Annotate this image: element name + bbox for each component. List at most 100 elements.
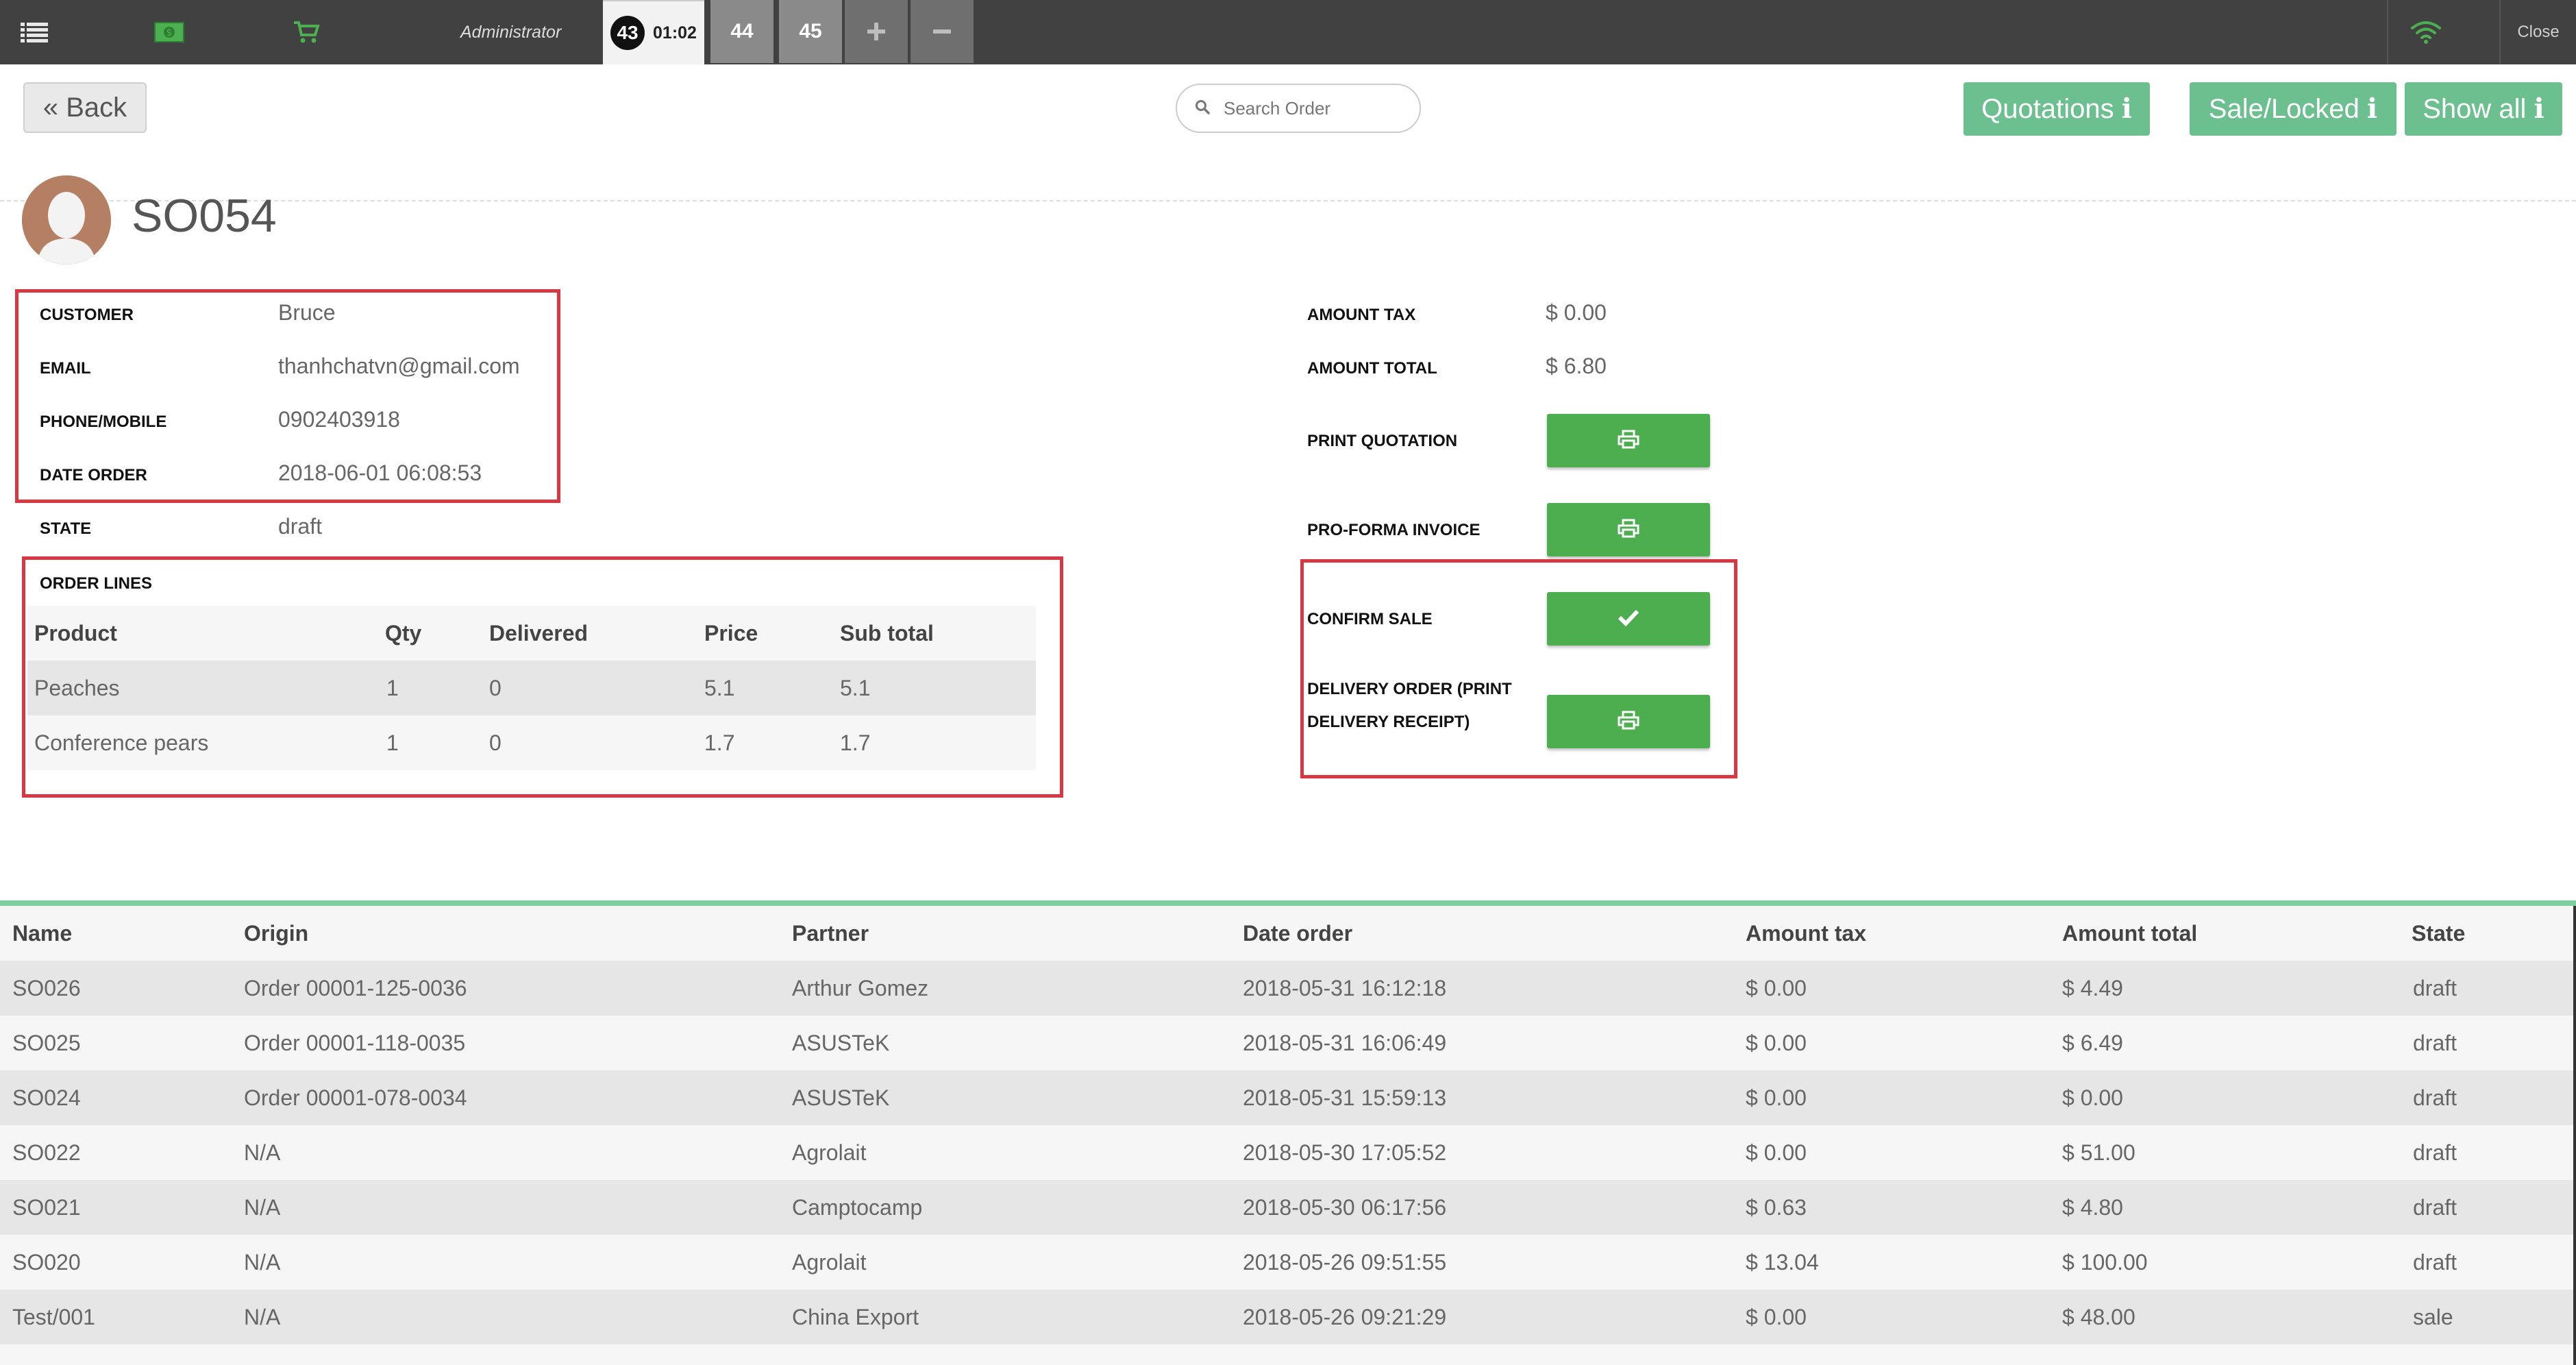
search-icon	[1195, 99, 1210, 118]
print-icon	[1618, 519, 1639, 541]
divider	[0, 200, 2576, 201]
print-quotation-label: PRINT QUOTATION	[1307, 432, 1458, 450]
date-cell: 2018-05-31 15:59:13	[1243, 1085, 1447, 1110]
table-row[interactable]: Test/001 N/A China Export 2018-05-26 09:…	[0, 1290, 2576, 1344]
state-value: draft	[278, 514, 323, 539]
name-cell: SO021	[12, 1195, 81, 1220]
total-cell: $ 6.49	[2062, 1031, 2123, 1055]
partner-cell: China Export	[792, 1305, 919, 1329]
origin-cell: Order 00001-118-0035	[244, 1031, 466, 1055]
show-all-button[interactable]: Show all ℹ	[2405, 82, 2562, 136]
column-header: Amount tax	[1746, 921, 1866, 946]
date-cell: 2018-05-31 16:06:49	[1243, 1031, 1447, 1055]
state-cell: draft	[2413, 1140, 2457, 1165]
order-tab-44[interactable]: 44	[710, 0, 773, 63]
amount-tax-value: $ 0.00	[1546, 300, 1607, 325]
date-cell: 2018-05-30 17:05:52	[1243, 1140, 1447, 1165]
origin-cell: Order 00001-078-0034	[244, 1085, 467, 1110]
name-cell: SO024	[12, 1085, 81, 1110]
total-cell: $ 4.80	[2062, 1195, 2123, 1220]
total-cell: $ 100.00	[2062, 1250, 2148, 1275]
proforma-invoice-button[interactable]	[1547, 503, 1710, 556]
amount-tax-label: AMOUNT TAX	[1307, 306, 1416, 324]
list-icon[interactable]	[14, 0, 55, 64]
tax-cell: $ 13.04	[1746, 1250, 1819, 1275]
origin-cell: N/A	[244, 1250, 281, 1275]
origin-cell: Order 00001-125-0036	[244, 976, 467, 1000]
total-cell: $ 0.00	[2062, 1085, 2123, 1110]
proforma-label: PRO-FORMA INVOICE	[1307, 521, 1481, 539]
divider	[2387, 0, 2388, 64]
table-row[interactable]: SO021 N/A Camptocamp 2018-05-30 06:17:56…	[0, 1180, 2576, 1235]
partner-cell: Arthur Gomez	[792, 976, 929, 1000]
date-cell: 2018-05-26 09:21:29	[1243, 1305, 1447, 1329]
state-cell: draft	[2413, 1195, 2457, 1220]
tax-cell: $ 0.00	[1746, 976, 1807, 1000]
table-row[interactable]: SO026 Order 00001-125-0036 Arthur Gomez …	[0, 961, 2576, 1016]
table-row[interactable]: SO025 Order 00001-118-0035 ASUSTeK 2018-…	[0, 1016, 2576, 1070]
partner-cell: ASUSTeK	[792, 1031, 890, 1055]
column-header: Name	[12, 921, 73, 946]
column-header: State	[2412, 921, 2466, 946]
order-number: 43	[610, 16, 645, 50]
name-cell: SO020	[12, 1250, 81, 1275]
divider	[0, 900, 2576, 906]
cart-icon[interactable]	[289, 0, 323, 64]
column-header: Amount total	[2062, 921, 2198, 946]
add-order-button[interactable]	[845, 0, 908, 63]
current-user: Administrator	[460, 23, 562, 42]
tax-cell: $ 0.00	[1746, 1140, 1807, 1165]
origin-cell: N/A	[244, 1140, 281, 1165]
table-row[interactable]: SO022 N/A Agrolait 2018-05-30 17:05:52 $…	[0, 1125, 2576, 1180]
date-cell: 2018-05-26 09:51:55	[1243, 1250, 1447, 1275]
print-icon	[1618, 430, 1639, 452]
quotations-button[interactable]: Quotations ℹ	[1964, 82, 2150, 136]
total-cell: $ 51.00	[2062, 1140, 2135, 1165]
tax-cell: $ 0.00	[1746, 1305, 1807, 1329]
state-cell: draft	[2413, 1085, 2457, 1110]
state-cell: draft	[2413, 976, 2457, 1000]
money-icon[interactable]: $	[152, 0, 186, 64]
origin-cell: N/A	[244, 1195, 281, 1220]
table-row[interactable]: SO024 Order 00001-078-0034 ASUSTeK 2018-…	[0, 1070, 2576, 1125]
name-cell: SO022	[12, 1140, 81, 1165]
column-header: Date order	[1243, 921, 1353, 946]
total-cell: $ 4.49	[2062, 976, 2123, 1000]
table-header: Name Origin Partner Date order Amount ta…	[0, 906, 2576, 961]
partner-cell: Agrolait	[792, 1140, 867, 1165]
tax-cell: $ 0.63	[1746, 1195, 1807, 1220]
state-cell: draft	[2413, 1250, 2457, 1275]
order-lines-highlight-box	[22, 556, 1063, 798]
back-button[interactable]: « Back	[23, 82, 147, 133]
amount-total-value: $ 6.80	[1546, 354, 1607, 378]
column-header: Origin	[244, 921, 309, 946]
order-tab-45[interactable]: 45	[779, 0, 842, 63]
order-tab-43[interactable]: 43 01:02	[603, 0, 704, 64]
partner-cell: Agrolait	[792, 1250, 867, 1275]
search-box	[1176, 84, 1421, 133]
name-cell: SO025	[12, 1031, 81, 1055]
page-title: SO054	[132, 190, 277, 242]
scrollbar[interactable]	[2573, 906, 2576, 1365]
column-header: Partner	[792, 921, 869, 946]
date-cell: 2018-05-31 16:12:18	[1243, 976, 1447, 1000]
table-row[interactable]: SO020 N/A Agrolait 2018-05-26 09:51:55 $…	[0, 1235, 2576, 1290]
name-cell: SO026	[12, 976, 81, 1000]
remove-order-button[interactable]	[911, 0, 974, 63]
print-quotation-button[interactable]	[1547, 414, 1710, 467]
actions-highlight-box	[1300, 559, 1737, 778]
wifi-icon	[2407, 0, 2444, 64]
order-timer: 01:02	[653, 23, 697, 42]
sale-locked-button[interactable]: Sale/Locked ℹ	[2190, 82, 2397, 136]
total-cell: $ 48.00	[2062, 1305, 2135, 1329]
tax-cell: $ 0.00	[1746, 1085, 1807, 1110]
origin-cell: N/A	[244, 1305, 281, 1329]
name-cell: Test/001	[12, 1305, 95, 1329]
amount-total-label: AMOUNT TOTAL	[1307, 359, 1437, 378]
close-button[interactable]: Close	[2501, 0, 2576, 64]
avatar	[22, 175, 111, 265]
partner-cell: Camptocamp	[792, 1195, 923, 1220]
search-input[interactable]	[1222, 97, 1403, 120]
partner-cell: ASUSTeK	[792, 1085, 890, 1110]
table-row	[0, 1344, 2576, 1365]
